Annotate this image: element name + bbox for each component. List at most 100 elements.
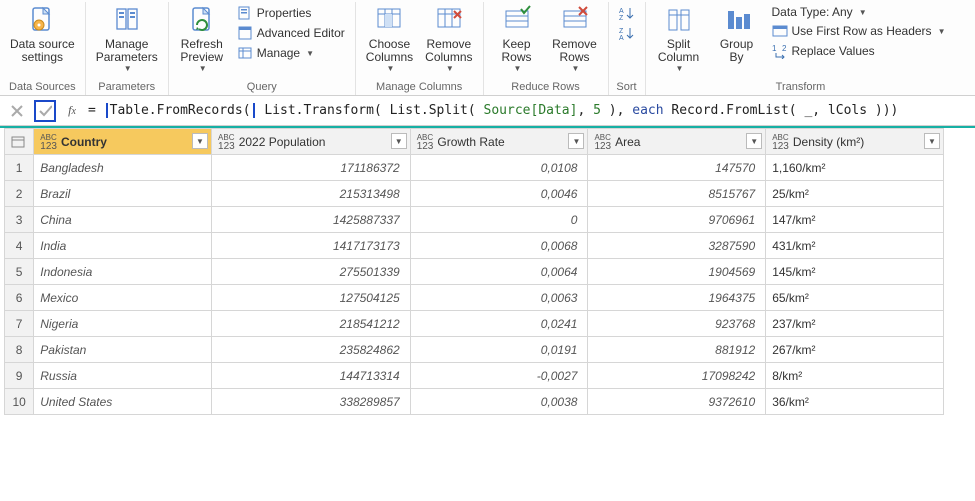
row-number[interactable]: 2 — [5, 181, 34, 207]
cell-growth[interactable]: 0 — [410, 207, 588, 233]
cell-country[interactable]: Russia — [34, 363, 212, 389]
manage-button[interactable]: Manage ▼ — [235, 44, 347, 62]
cell-area[interactable]: 147570 — [588, 155, 766, 181]
manage-parameters-button[interactable]: Manage Parameters ▼ — [90, 2, 164, 75]
cell-growth[interactable]: 0,0241 — [410, 311, 588, 337]
column-header-country[interactable]: ABC123 Country ▼ — [34, 129, 212, 155]
sort-asc-button[interactable]: AZ — [617, 4, 637, 22]
remove-rows-button[interactable]: Remove Rows ▼ — [546, 2, 604, 75]
row-number[interactable]: 1 — [5, 155, 34, 181]
cell-density[interactable]: 147/km² — [766, 207, 944, 233]
row-number[interactable]: 9 — [5, 363, 34, 389]
formula-input[interactable]: = Table.FromRecords( List.Transform( Lis… — [88, 103, 969, 118]
cell-population[interactable]: 127504125 — [212, 285, 411, 311]
cell-population[interactable]: 1425887337 — [212, 207, 411, 233]
choose-columns-button[interactable]: Choose Columns ▼ — [360, 2, 419, 75]
cell-density[interactable]: 267/km² — [766, 337, 944, 363]
cell-density[interactable]: 36/km² — [766, 389, 944, 415]
table-row[interactable]: 10United States3382898570,0038937261036/… — [5, 389, 944, 415]
cell-area[interactable]: 9372610 — [588, 389, 766, 415]
table-row[interactable]: 9Russia144713314-0,0027170982428/km² — [5, 363, 944, 389]
table-row[interactable]: 6Mexico1275041250,0063196437565/km² — [5, 285, 944, 311]
filter-dropdown-population[interactable]: ▼ — [391, 133, 407, 149]
cell-growth[interactable]: 0,0064 — [410, 259, 588, 285]
sort-desc-button[interactable]: ZA — [617, 24, 637, 42]
row-number[interactable]: 5 — [5, 259, 34, 285]
cell-area[interactable]: 17098242 — [588, 363, 766, 389]
cell-country[interactable]: United States — [34, 389, 212, 415]
keep-rows-button[interactable]: Keep Rows ▼ — [488, 2, 546, 75]
cell-density[interactable]: 431/km² — [766, 233, 944, 259]
cancel-formula-button[interactable] — [6, 100, 28, 122]
cell-growth[interactable]: 0,0046 — [410, 181, 588, 207]
remove-columns-button[interactable]: Remove Columns ▼ — [419, 2, 478, 75]
cell-country[interactable]: China — [34, 207, 212, 233]
cell-area[interactable]: 1904569 — [588, 259, 766, 285]
cell-density[interactable]: 25/km² — [766, 181, 944, 207]
cell-population[interactable]: 171186372 — [212, 155, 411, 181]
properties-button[interactable]: Properties — [235, 4, 347, 22]
cell-growth[interactable]: -0,0027 — [410, 363, 588, 389]
cell-population[interactable]: 144713314 — [212, 363, 411, 389]
column-header-area[interactable]: ABC123 Area ▼ — [588, 129, 766, 155]
cell-area[interactable]: 881912 — [588, 337, 766, 363]
cell-area[interactable]: 3287590 — [588, 233, 766, 259]
cell-population[interactable]: 1417173173 — [212, 233, 411, 259]
filter-dropdown-area[interactable]: ▼ — [746, 133, 762, 149]
group-by-button[interactable]: Group By — [708, 2, 766, 66]
replace-values-button[interactable]: 12 Replace Values — [770, 42, 948, 60]
row-number[interactable]: 3 — [5, 207, 34, 233]
table-row[interactable]: 4India14171731730,00683287590431/km² — [5, 233, 944, 259]
table-row[interactable]: 1Bangladesh1711863720,01081475701,160/km… — [5, 155, 944, 181]
cell-growth[interactable]: 0,0108 — [410, 155, 588, 181]
row-number[interactable]: 10 — [5, 389, 34, 415]
cell-country[interactable]: Indonesia — [34, 259, 212, 285]
column-header-population[interactable]: ABC123 2022 Population ▼ — [212, 129, 411, 155]
filter-dropdown-growth[interactable]: ▼ — [568, 133, 584, 149]
cell-population[interactable]: 215313498 — [212, 181, 411, 207]
column-header-density[interactable]: ABC123 Density (km²) ▼ — [766, 129, 944, 155]
table-row[interactable]: 7Nigeria2185412120,0241923768237/km² — [5, 311, 944, 337]
cell-area[interactable]: 8515767 — [588, 181, 766, 207]
row-number[interactable]: 7 — [5, 311, 34, 337]
cell-population[interactable]: 275501339 — [212, 259, 411, 285]
cell-density[interactable]: 1,160/km² — [766, 155, 944, 181]
row-number[interactable]: 4 — [5, 233, 34, 259]
cell-density[interactable]: 65/km² — [766, 285, 944, 311]
cell-area[interactable]: 9706961 — [588, 207, 766, 233]
data-type-button[interactable]: Data Type: Any ▼ — [770, 4, 948, 20]
cell-population[interactable]: 218541212 — [212, 311, 411, 337]
table-row[interactable]: 8Pakistan2358248620,0191881912267/km² — [5, 337, 944, 363]
table-row[interactable]: 3China142588733709706961147/km² — [5, 207, 944, 233]
cell-growth[interactable]: 0,0068 — [410, 233, 588, 259]
data-source-settings-button[interactable]: Data source settings — [4, 2, 81, 66]
refresh-preview-button[interactable]: Refresh Preview ▼ — [173, 2, 231, 75]
cell-country[interactable]: India — [34, 233, 212, 259]
cell-density[interactable]: 8/km² — [766, 363, 944, 389]
split-column-button[interactable]: Split Column ▼ — [650, 2, 708, 75]
first-row-headers-button[interactable]: Use First Row as Headers ▼ — [770, 22, 948, 40]
cell-country[interactable]: Bangladesh — [34, 155, 212, 181]
row-number[interactable]: 8 — [5, 337, 34, 363]
cell-growth[interactable]: 0,0063 — [410, 285, 588, 311]
cell-density[interactable]: 237/km² — [766, 311, 944, 337]
filter-dropdown-country[interactable]: ▼ — [192, 133, 208, 149]
cell-area[interactable]: 1964375 — [588, 285, 766, 311]
cell-population[interactable]: 338289857 — [212, 389, 411, 415]
commit-formula-button[interactable] — [34, 100, 56, 122]
cell-density[interactable]: 145/km² — [766, 259, 944, 285]
column-header-growth[interactable]: ABC123 Growth Rate ▼ — [410, 129, 588, 155]
table-corner[interactable] — [5, 129, 34, 155]
table-row[interactable]: 2Brazil2153134980,0046851576725/km² — [5, 181, 944, 207]
cell-country[interactable]: Mexico — [34, 285, 212, 311]
cell-population[interactable]: 235824862 — [212, 337, 411, 363]
cell-country[interactable]: Pakistan — [34, 337, 212, 363]
cell-country[interactable]: Nigeria — [34, 311, 212, 337]
advanced-editor-button[interactable]: Advanced Editor — [235, 24, 347, 42]
filter-dropdown-density[interactable]: ▼ — [924, 133, 940, 149]
cell-country[interactable]: Brazil — [34, 181, 212, 207]
table-row[interactable]: 5Indonesia2755013390,00641904569145/km² — [5, 259, 944, 285]
cell-growth[interactable]: 0,0038 — [410, 389, 588, 415]
cell-area[interactable]: 923768 — [588, 311, 766, 337]
cell-growth[interactable]: 0,0191 — [410, 337, 588, 363]
